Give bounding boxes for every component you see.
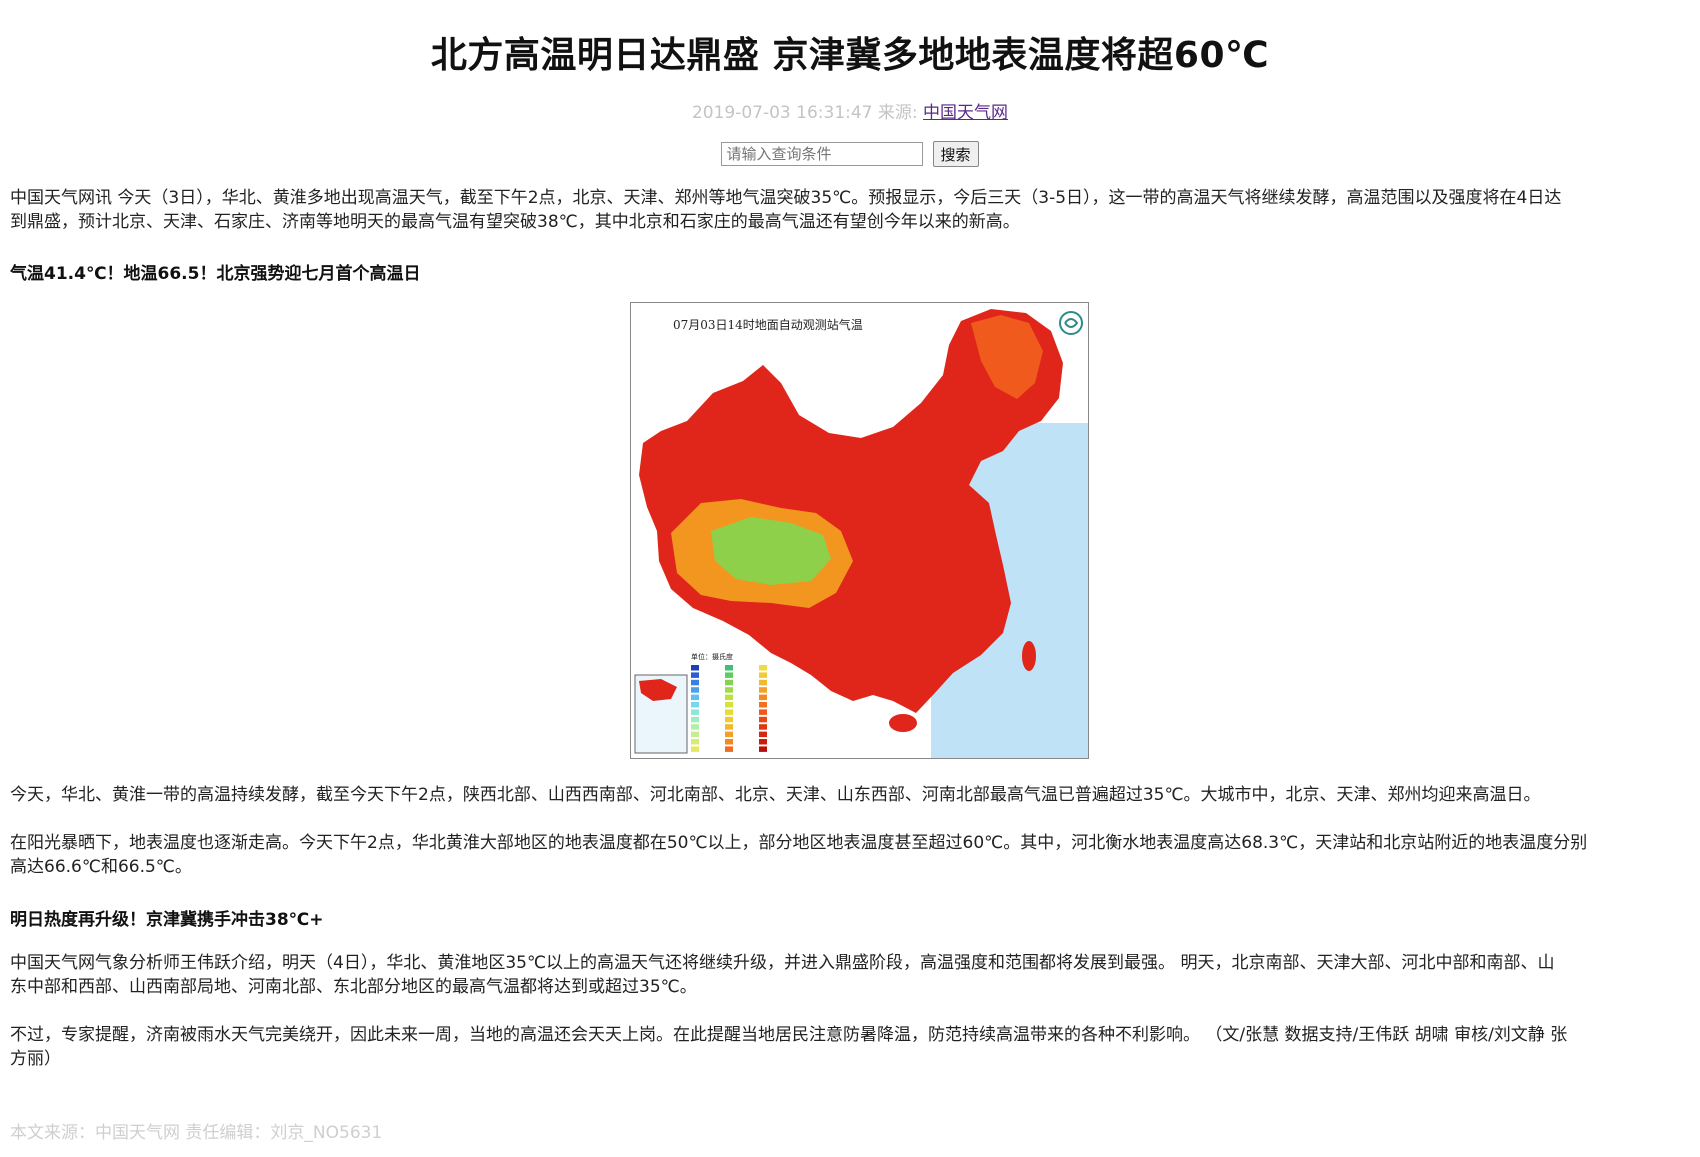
- legend-swatch: [691, 724, 699, 730]
- legend-swatch: [725, 672, 733, 678]
- legend-swatch: [725, 679, 733, 686]
- legend-swatch: [759, 716, 767, 723]
- legend-swatch: [691, 672, 699, 678]
- legend-swatch: [725, 694, 733, 701]
- legend-swatch: [759, 702, 767, 708]
- article-meta: 2019-07-03 16:31:47 来源: 中国天气网: [0, 98, 1700, 123]
- section-heading-1: 气温41.4℃！地温66.5！北京强势迎七月首个高温日: [10, 264, 421, 284]
- paragraph-intro: 中国天气网讯 今天（3日），华北、黄淮多地出现高温天气，截至下午2点，北京、天津…: [10, 188, 1562, 232]
- article-title: 北方高温明日达鼎盛 京津冀多地地表温度将超60℃: [430, 35, 1270, 76]
- legend-swatch: [725, 746, 733, 752]
- legend-swatch: [691, 709, 699, 715]
- legend-swatch: [725, 739, 733, 745]
- legend-swatch: [691, 716, 699, 723]
- legend-swatch: [759, 694, 767, 701]
- legend-swatch: [725, 724, 733, 730]
- legend-swatch: [759, 709, 767, 715]
- legend-swatch: [725, 665, 733, 671]
- hainan-island: [889, 714, 917, 732]
- search-bar: 搜索: [0, 141, 1700, 167]
- legend-swatch: [691, 665, 699, 671]
- temperature-map: 07月03日14时地面自动观测站气温 单位：摄氏度: [631, 303, 1088, 758]
- source-label: 来源:: [877, 103, 918, 123]
- legend-title: 单位：摄氏度: [691, 652, 733, 661]
- publish-date: 2019-07-03 16:31:47: [691, 103, 873, 123]
- legend-swatch: [759, 687, 767, 693]
- paragraph-5: 不过，专家提醒，济南被雨水天气完美绕开，因此未来一周，当地的高温还会天天上岗。在…: [10, 1025, 1568, 1069]
- taiwan-island: [1022, 641, 1036, 671]
- legend-swatch: [691, 746, 699, 752]
- legend-swatch: [725, 731, 733, 738]
- legend-swatch: [691, 702, 699, 708]
- legend-swatch: [759, 672, 767, 678]
- legend-swatch: [759, 731, 767, 738]
- legend-swatch: [691, 731, 699, 738]
- search-button[interactable]: 搜索: [932, 141, 979, 167]
- legend-swatch: [691, 679, 699, 686]
- legend-swatch: [691, 739, 699, 745]
- paragraph-3: 在阳光暴晒下，地表温度也逐渐走高。今天下午2点，华北黄淮大部地区的地表温度都在5…: [10, 833, 1588, 877]
- legend-swatch: [759, 739, 767, 745]
- legend-swatch: [725, 716, 733, 723]
- paragraph-2: 今天，华北、黄淮一带的高温持续发酵，截至今天下午2点，陕西北部、山西西南部、河北…: [10, 785, 1541, 805]
- source-link[interactable]: 中国天气网: [923, 103, 1008, 123]
- legend-swatch: [759, 724, 767, 730]
- legend-swatch: [725, 687, 733, 693]
- legend-swatch: [691, 687, 699, 693]
- legend-swatch: [691, 694, 699, 701]
- section-heading-2: 明日热度再升级！京津冀携手冲击38℃+: [10, 910, 324, 930]
- search-input[interactable]: [721, 142, 924, 166]
- legend-swatch: [725, 709, 733, 715]
- map-title: 07月03日14时地面自动观测站气温: [673, 317, 863, 332]
- legend-swatch: [759, 679, 767, 686]
- legend-swatch: [725, 702, 733, 708]
- article-page: 北方高温明日达鼎盛 京津冀多地地表温度将超60℃ 2019-07-03 16:3…: [0, 0, 1700, 1157]
- temperature-map-image: 07月03日14时地面自动观测站气温 单位：摄氏度: [630, 302, 1089, 759]
- paragraph-4: 中国天气网气象分析师王伟跃介绍，明天（4日），华北、黄淮地区35℃以上的高温天气…: [10, 953, 1555, 997]
- footer-source: 本文来源：中国天气网 责任编辑：刘京_NO5631: [10, 1123, 383, 1143]
- legend-swatch: [759, 746, 767, 752]
- legend-swatch: [759, 665, 767, 671]
